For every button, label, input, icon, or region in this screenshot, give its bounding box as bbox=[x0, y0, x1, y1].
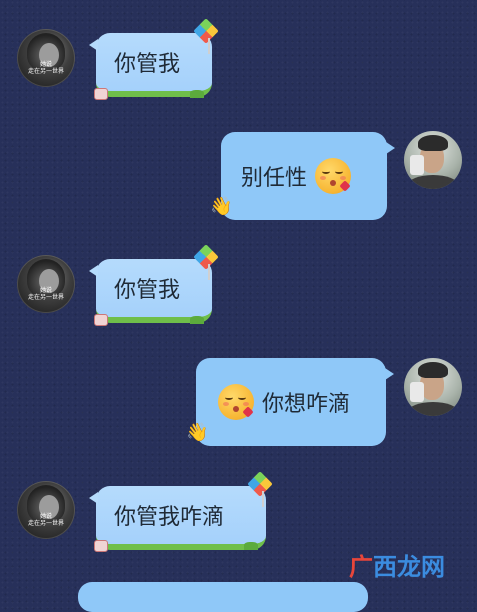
message-text: 你管我 bbox=[114, 278, 181, 303]
message-bubble-left[interactable]: 你管我咋滴 bbox=[89, 486, 266, 550]
contact-avatar[interactable]: 她说 走在另一世界 bbox=[17, 255, 75, 313]
kite-tail-icon bbox=[208, 264, 210, 280]
grass-icon bbox=[190, 316, 204, 324]
avatar-caption: 她说 走在另一世界 bbox=[27, 513, 64, 527]
message-bubble-right[interactable]: 别任性 bbox=[221, 132, 395, 220]
watermark-logo: 广 西 龙网 bbox=[349, 553, 445, 581]
avatar-caption: 她说 走在另一世界 bbox=[27, 287, 64, 301]
message-text: 你管我 bbox=[114, 52, 181, 77]
message-bubble-right[interactable]: 你想咋滴 bbox=[196, 358, 394, 446]
waving-hand-icon: 👋 bbox=[186, 422, 209, 443]
doodle-icon bbox=[94, 314, 108, 326]
message-text: 你想咋滴 bbox=[262, 392, 351, 417]
doodle-icon bbox=[94, 540, 108, 552]
message-text: 你管我咋滴 bbox=[114, 505, 225, 530]
avatar-shirt bbox=[408, 402, 458, 416]
grass-icon bbox=[190, 90, 204, 98]
doodle-icon bbox=[94, 88, 108, 100]
avatar-shirt bbox=[408, 175, 458, 189]
my-avatar[interactable] bbox=[404, 131, 462, 189]
grass-icon bbox=[244, 542, 258, 550]
contact-avatar[interactable]: 她说 走在另一世界 bbox=[17, 29, 75, 87]
message-bubble-partial[interactable] bbox=[78, 582, 368, 612]
avatar-cup bbox=[410, 382, 424, 402]
kissing-face-emoji-icon bbox=[218, 384, 254, 420]
message-text: 别任性 bbox=[241, 166, 308, 191]
kite-tail-icon bbox=[262, 491, 264, 507]
my-avatar[interactable] bbox=[404, 358, 462, 416]
message-bubble-left[interactable]: 你管我 bbox=[89, 33, 212, 97]
waving-hand-icon: 👋 bbox=[210, 196, 233, 217]
avatar-cup bbox=[410, 155, 424, 175]
avatar-caption: 她说 走在另一世界 bbox=[27, 61, 64, 75]
contact-avatar[interactable]: 她说 走在另一世界 bbox=[17, 481, 75, 539]
kite-tail-icon bbox=[208, 38, 210, 54]
avatar-hair bbox=[418, 362, 448, 378]
avatar-hair bbox=[418, 135, 448, 151]
kissing-face-emoji-icon bbox=[315, 158, 352, 194]
message-bubble-left[interactable]: 你管我 bbox=[89, 259, 212, 323]
